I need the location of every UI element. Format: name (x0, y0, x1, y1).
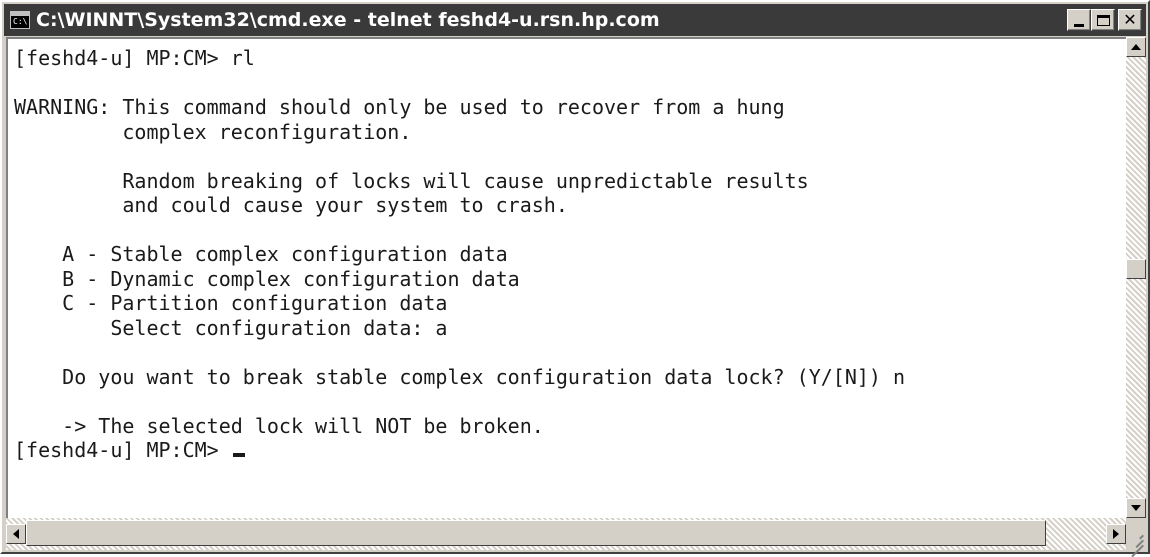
console-text: [feshd4-u] MP:CM> rl WARNING: This comma… (14, 46, 905, 463)
vertical-scroll-thumb[interactable] (1126, 259, 1146, 279)
console-window: C:\ C:\WINNT\System32\cmd.exe - telnet f… (0, 0, 1150, 557)
console-line: and could cause your system to crash. (14, 193, 568, 217)
console-line: WARNING: This command should only be use… (14, 95, 785, 119)
console-line: B - Dynamic complex configuration data (14, 266, 520, 291)
arrow-down-icon (1131, 505, 1141, 511)
console-line: [feshd4-u] MP:CM> rl (14, 46, 255, 70)
horizontal-scrollbar[interactable] (6, 518, 1126, 550)
minimize-button[interactable] (1067, 9, 1091, 31)
window-controls: ✕ (1067, 9, 1142, 31)
minimize-icon (1074, 23, 1084, 27)
cmd-prompt-icon[interactable]: C:\ (10, 11, 30, 29)
resize-grip[interactable] (1126, 518, 1146, 557)
console-output-area[interactable]: [feshd4-u] MP:CM> rl WARNING: This comma… (6, 37, 1126, 518)
window-title: C:\WINNT\System32\cmd.exe - telnet feshd… (36, 9, 660, 31)
maximize-button[interactable] (1091, 9, 1115, 31)
scroll-left-button[interactable] (6, 524, 26, 544)
console-line: C - Partition configuration data (14, 291, 448, 315)
console-line: Select configuration data: a (14, 315, 448, 340)
console-line: Do you want to break stable complex conf… (14, 364, 906, 389)
close-icon: ✕ (1123, 10, 1137, 29)
console-line: Random breaking of locks will cause unpr… (14, 168, 809, 193)
vertical-scrollbar[interactable] (1126, 37, 1146, 518)
console-line: complex reconfiguration. (14, 119, 412, 144)
arrow-left-icon (13, 529, 19, 539)
text-cursor (232, 453, 245, 457)
horizontal-scroll-thumb[interactable] (26, 520, 1046, 546)
arrow-up-icon (1131, 44, 1141, 50)
console-line: A - Stable complex configuration data (14, 242, 508, 266)
scroll-down-button[interactable] (1126, 498, 1146, 518)
close-button[interactable]: ✕ (1118, 9, 1142, 31)
console-line: -> The selected lock will NOT be broken. (14, 413, 544, 438)
maximize-icon (1096, 14, 1110, 26)
scroll-up-button[interactable] (1126, 37, 1146, 57)
arrow-right-icon (1113, 529, 1119, 539)
scroll-right-button[interactable] (1106, 524, 1126, 544)
console-prompt-line: [feshd4-u] MP:CM> (14, 438, 231, 462)
title-bar[interactable]: C:\ C:\WINNT\System32\cmd.exe - telnet f… (4, 4, 1146, 36)
